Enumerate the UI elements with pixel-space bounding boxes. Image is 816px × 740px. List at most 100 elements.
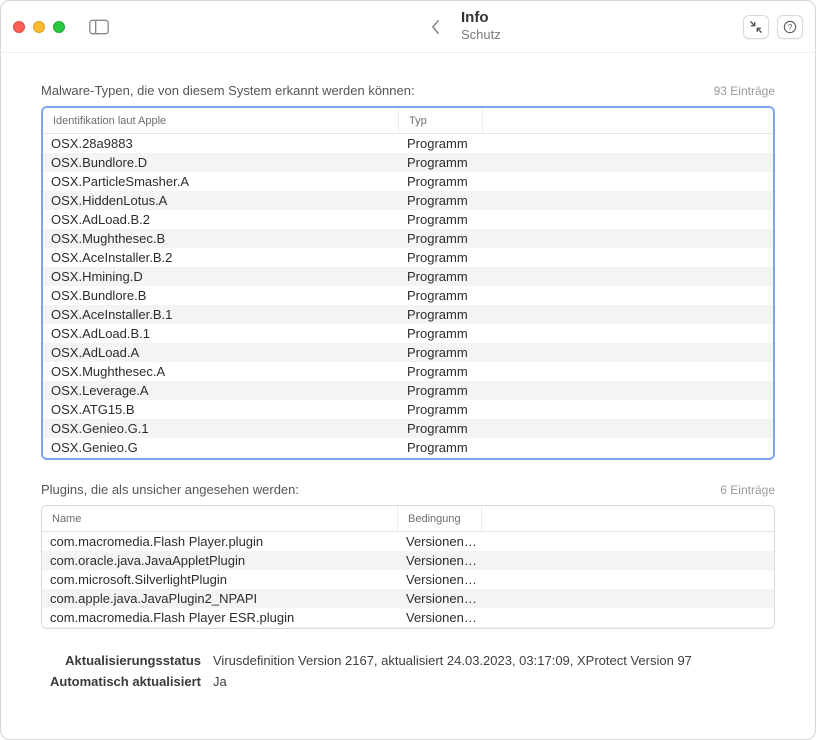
- table-row[interactable]: OSX.28a9883Programm: [43, 134, 773, 153]
- plugins-section-title: Plugins, die als unsicher angesehen werd…: [41, 482, 299, 497]
- malware-id-cell: OSX.Mughthesec.A: [43, 362, 399, 381]
- plugins-table-header: Name Bedingung: [42, 506, 774, 532]
- table-row[interactable]: com.macromedia.Flash Player ESR.pluginVe…: [42, 608, 774, 627]
- plugins-table[interactable]: Name Bedingung com.macromedia.Flash Play…: [41, 505, 775, 629]
- zoom-icon[interactable]: [53, 21, 65, 33]
- minimize-icon[interactable]: [33, 21, 45, 33]
- table-row[interactable]: OSX.AceInstaller.B.1Programm: [43, 305, 773, 324]
- malware-typ-cell: Programm: [399, 172, 773, 191]
- malware-typ-cell: Programm: [399, 438, 773, 457]
- table-row[interactable]: OSX.Hmining.DProgramm: [43, 267, 773, 286]
- malware-section-title: Malware-Typen, die von diesem System erk…: [41, 83, 415, 98]
- malware-table-header: Identifikation laut Apple Typ: [43, 108, 773, 134]
- malware-section-header: Malware-Typen, die von diesem System erk…: [41, 83, 775, 98]
- table-row[interactable]: OSX.AdLoad.B.2Programm: [43, 210, 773, 229]
- malware-typ-cell: Programm: [399, 400, 773, 419]
- content-area: Malware-Typen, die von diesem System erk…: [1, 53, 815, 739]
- plugins-col-cond[interactable]: Bedingung: [398, 506, 482, 531]
- titlebar: Info Schutz ?: [1, 1, 815, 53]
- malware-typ-cell: Programm: [399, 210, 773, 229]
- malware-table-body[interactable]: OSX.28a9883ProgrammOSX.Bundlore.DProgram…: [43, 134, 773, 458]
- malware-col-id[interactable]: Identifikation laut Apple: [43, 108, 399, 133]
- plugin-name-cell: com.apple.java.JavaAppletPlugin: [42, 627, 398, 628]
- status-value: Virusdefinition Version 2167, aktualisie…: [213, 653, 692, 668]
- malware-id-cell: OSX.HiddenLotus.A: [43, 191, 399, 210]
- malware-id-cell: OSX.Genieo.G.1: [43, 419, 399, 438]
- table-row[interactable]: OSX.AceInstaller.B.2Programm: [43, 248, 773, 267]
- malware-id-cell: OSX.Genieo.G: [43, 438, 399, 457]
- window-subtitle: Schutz: [461, 27, 501, 43]
- table-row[interactable]: com.oracle.java.JavaAppletPluginVersione…: [42, 551, 774, 570]
- malware-id-cell: OSX.Mughthesec.B: [43, 229, 399, 248]
- auto-label: Automatisch aktualisiert: [41, 674, 201, 689]
- plugin-cond-cell: Versionen…: [398, 532, 774, 551]
- help-button[interactable]: ?: [777, 15, 803, 39]
- table-row[interactable]: com.apple.java.JavaAppletPluginVersionen…: [42, 627, 774, 628]
- window-controls: [13, 21, 65, 33]
- malware-typ-cell: Programm: [399, 362, 773, 381]
- plugin-name-cell: com.macromedia.Flash Player ESR.plugin: [42, 608, 398, 627]
- title-block: Info Schutz: [461, 9, 501, 43]
- table-row[interactable]: OSX.Mughthesec.BProgramm: [43, 229, 773, 248]
- malware-typ-cell: Programm: [399, 343, 773, 362]
- sidebar-toggle-button[interactable]: [89, 19, 109, 35]
- malware-col-rest: [483, 108, 773, 133]
- malware-id-cell: OSX.Leverage.A: [43, 381, 399, 400]
- plugin-name-cell: com.oracle.java.JavaAppletPlugin: [42, 551, 398, 570]
- malware-typ-cell: Programm: [399, 286, 773, 305]
- malware-id-cell: OSX.Hmining.D: [43, 267, 399, 286]
- malware-typ-cell: Programm: [399, 381, 773, 400]
- malware-id-cell: OSX.ATG15.B: [43, 400, 399, 419]
- malware-id-cell: OSX.28a9883: [43, 134, 399, 153]
- plugin-cond-cell: Versionen…: [398, 589, 774, 608]
- table-row[interactable]: OSX.Genieo.GProgramm: [43, 438, 773, 457]
- table-row[interactable]: OSX.AdLoad.B.1Programm: [43, 324, 773, 343]
- auto-value: Ja: [213, 674, 227, 689]
- malware-table[interactable]: Identifikation laut Apple Typ OSX.28a988…: [41, 106, 775, 460]
- malware-id-cell: OSX.Bundlore.B: [43, 286, 399, 305]
- status-label: Aktualisierungsstatus: [41, 653, 201, 668]
- table-row[interactable]: OSX.ParticleSmasher.AProgramm: [43, 172, 773, 191]
- table-row[interactable]: OSX.HiddenLotus.AProgramm: [43, 191, 773, 210]
- table-row[interactable]: com.macromedia.Flash Player.pluginVersio…: [42, 532, 774, 551]
- plugins-section-header: Plugins, die als unsicher angesehen werd…: [41, 482, 775, 497]
- malware-typ-cell: Programm: [399, 248, 773, 267]
- plugin-name-cell: com.apple.java.JavaPlugin2_NPAPI: [42, 589, 398, 608]
- malware-id-cell: OSX.AceInstaller.B.2: [43, 248, 399, 267]
- meta-section: Aktualisierungsstatus Virusdefinition Ve…: [41, 653, 775, 695]
- malware-id-cell: OSX.AdLoad.B.1: [43, 324, 399, 343]
- malware-typ-cell: Programm: [399, 134, 773, 153]
- table-row[interactable]: OSX.AdLoad.AProgramm: [43, 343, 773, 362]
- table-row[interactable]: OSX.Bundlore.DProgramm: [43, 153, 773, 172]
- plugin-cond-cell: Versionen…: [398, 627, 774, 628]
- malware-col-typ[interactable]: Typ: [399, 108, 483, 133]
- close-icon[interactable]: [13, 21, 25, 33]
- malware-id-cell: OSX.ParticleSmasher.A: [43, 172, 399, 191]
- table-row[interactable]: com.apple.java.JavaPlugin2_NPAPIVersione…: [42, 589, 774, 608]
- table-row[interactable]: OSX.ATG15.BProgramm: [43, 400, 773, 419]
- back-button[interactable]: [431, 19, 440, 35]
- malware-id-cell: OSX.AdLoad.B.2: [43, 210, 399, 229]
- malware-typ-cell: Programm: [399, 419, 773, 438]
- plugins-col-rest: [482, 506, 774, 531]
- table-row[interactable]: OSX.Leverage.AProgramm: [43, 381, 773, 400]
- malware-typ-cell: Programm: [399, 229, 773, 248]
- malware-typ-cell: Programm: [399, 191, 773, 210]
- plugin-cond-cell: Versionen…: [398, 551, 774, 570]
- table-row[interactable]: OSX.Genieo.G.1Programm: [43, 419, 773, 438]
- plugins-entry-count: 6 Einträge: [720, 483, 775, 497]
- malware-entry-count: 93 Einträge: [714, 84, 775, 98]
- window-title: Info: [461, 9, 501, 27]
- svg-text:?: ?: [788, 23, 793, 32]
- plugins-col-name[interactable]: Name: [42, 506, 398, 531]
- malware-id-cell: OSX.AceInstaller.B.1: [43, 305, 399, 324]
- collapse-button[interactable]: [743, 15, 769, 39]
- plugin-cond-cell: Versionen…: [398, 570, 774, 589]
- malware-id-cell: OSX.AdLoad.A: [43, 343, 399, 362]
- table-row[interactable]: OSX.Mughthesec.AProgramm: [43, 362, 773, 381]
- plugins-table-body[interactable]: com.macromedia.Flash Player.pluginVersio…: [42, 532, 774, 628]
- table-row[interactable]: com.microsoft.SilverlightPluginVersionen…: [42, 570, 774, 589]
- plugin-name-cell: com.macromedia.Flash Player.plugin: [42, 532, 398, 551]
- table-row[interactable]: OSX.Bundlore.BProgramm: [43, 286, 773, 305]
- malware-typ-cell: Programm: [399, 267, 773, 286]
